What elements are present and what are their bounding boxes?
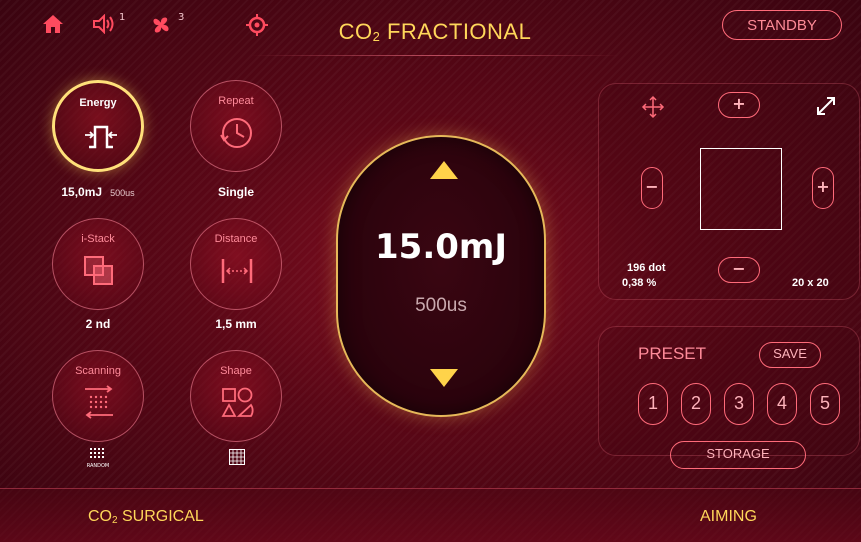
height-minus-button[interactable]: − <box>718 257 760 283</box>
distance-button[interactable]: Distance <box>190 218 282 310</box>
grid-shape-indicator <box>229 449 245 469</box>
density-value: 0,38 % <box>622 277 657 289</box>
energy-display: 15.0mJ 500us <box>336 135 546 417</box>
target-icon[interactable] <box>246 14 268 39</box>
co2-surgical-tab[interactable]: CO2 SURGICAL <box>88 508 204 526</box>
energy-display-value: 15.0mJ <box>375 227 507 267</box>
pulse-display-value: 500us <box>415 295 467 316</box>
top-bar: 1 3 CO2 FRACTIONAL STANDBY <box>0 0 861 62</box>
stack-icon <box>84 256 113 285</box>
title-divider <box>250 55 620 56</box>
random-label: RANDOM <box>86 463 110 469</box>
sound-level: 1 <box>119 12 126 23</box>
decrease-energy-button[interactable] <box>430 369 458 387</box>
clock-icon <box>220 118 252 148</box>
distance-value: 1,5 mm <box>215 317 257 331</box>
distance-icon <box>221 259 253 283</box>
width-minus-button[interactable]: − <box>641 167 663 209</box>
page-title: CO2 FRACTIONAL <box>338 19 532 44</box>
height-plus-button[interactable]: + <box>718 92 760 118</box>
istack-label: i-Stack <box>81 233 115 245</box>
istack-value: 2 nd <box>85 317 111 331</box>
scanning-label: Scanning <box>75 365 121 377</box>
preset-4-button[interactable]: 4 <box>767 383 797 425</box>
distance-label: Distance <box>214 233 258 245</box>
energy-value: 15,0mJ 500us <box>61 185 135 199</box>
scanning-button[interactable]: Scanning <box>52 350 144 442</box>
shape-button[interactable]: Shape <box>190 350 282 442</box>
save-button[interactable]: SAVE <box>759 342 821 368</box>
fan-icon[interactable] <box>150 14 172 39</box>
fan-level: 3 <box>178 12 185 23</box>
random-pattern-indicator: RANDOM <box>84 446 112 469</box>
energy-icon <box>85 125 117 149</box>
storage-button[interactable]: STORAGE <box>670 441 806 469</box>
width-plus-button[interactable]: + <box>812 167 834 209</box>
energy-label: Energy <box>79 97 117 109</box>
move-icon[interactable] <box>641 95 665 123</box>
pattern-preview <box>700 148 782 230</box>
home-icon[interactable] <box>42 14 64 37</box>
aiming-tab[interactable]: AIMING <box>700 508 757 526</box>
repeat-value: Single <box>217 185 254 199</box>
dot-count: 196 dot <box>627 262 666 274</box>
grid-icon <box>229 449 245 465</box>
shapes-icon <box>221 387 254 417</box>
energy-pulse-value: 500us <box>110 188 135 198</box>
scan-icon <box>85 385 113 419</box>
repeat-label: Repeat <box>218 95 254 107</box>
preset-1-button[interactable]: 1 <box>638 383 668 425</box>
preset-2-button[interactable]: 2 <box>681 383 711 425</box>
standby-button[interactable]: STANDBY <box>722 10 842 40</box>
energy-button[interactable]: Energy <box>52 80 144 172</box>
resize-icon[interactable] <box>815 95 837 121</box>
preset-5-button[interactable]: 5 <box>810 383 840 425</box>
repeat-button[interactable]: Repeat <box>190 80 282 172</box>
dot-grid-icon <box>90 448 104 458</box>
speaker-icon[interactable] <box>92 13 118 37</box>
preset-3-button[interactable]: 3 <box>724 383 754 425</box>
pattern-size: 20 x 20 <box>792 277 829 289</box>
increase-energy-button[interactable] <box>430 161 458 179</box>
preset-title: PRESET <box>638 344 707 363</box>
istack-button[interactable]: i-Stack <box>52 218 144 310</box>
shape-label: Shape <box>220 365 252 377</box>
